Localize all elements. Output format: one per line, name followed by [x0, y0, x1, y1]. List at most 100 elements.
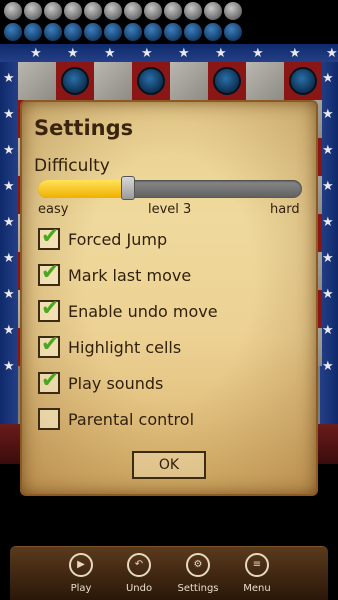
difficulty-label: Difficulty	[34, 156, 110, 176]
check-icon: ✔	[41, 260, 60, 285]
star-icon: ★	[3, 251, 15, 266]
option-label: Highlight cells	[68, 337, 182, 357]
enable-undo-move-checkbox[interactable]: ✔	[38, 296, 60, 322]
mark-last-move-checkbox[interactable]: ✔	[38, 260, 60, 286]
grey-piece	[4, 2, 22, 20]
menu-button[interactable]: ≡ Menu	[222, 553, 292, 594]
check-icon: ✔	[41, 332, 60, 357]
ok-button[interactable]: OK	[132, 451, 206, 479]
blue-piece	[184, 23, 202, 41]
star-icon: ★	[322, 179, 334, 194]
difficulty-slider[interactable]	[38, 176, 302, 200]
star-icon: ★	[322, 143, 334, 158]
star-icon: ★	[104, 46, 116, 61]
dialog-title: Settings	[34, 116, 134, 140]
board-square[interactable]	[170, 62, 208, 100]
check-icon: ✔	[41, 368, 60, 393]
bottom-toolbar: ▶ Play ↶ Undo ⚙ Settings ≡ Menu	[10, 547, 328, 600]
board-square[interactable]	[246, 62, 284, 100]
star-icon: ★	[322, 359, 334, 374]
blue-piece[interactable]	[137, 67, 165, 95]
board-square[interactable]	[284, 62, 322, 100]
blue-piece[interactable]	[213, 67, 241, 95]
board-square[interactable]	[94, 62, 132, 100]
star-icon: ★	[178, 46, 190, 61]
grey-piece	[124, 2, 142, 20]
undo-icon: ↶	[127, 553, 151, 577]
grey-piece	[144, 2, 162, 20]
toolbar-label: Menu	[243, 583, 271, 594]
blue-piece	[44, 23, 62, 41]
parental-control-checkbox[interactable]	[38, 408, 60, 430]
gear-icon: ⚙	[186, 553, 210, 577]
star-icon: ★	[67, 46, 79, 61]
star-icon: ★	[322, 107, 334, 122]
grey-piece	[64, 2, 82, 20]
star-icon: ★	[289, 46, 301, 61]
star-icon: ★	[322, 323, 334, 338]
difficulty-slider-fill	[38, 180, 128, 198]
board-square[interactable]	[56, 62, 94, 100]
board-square[interactable]	[132, 62, 170, 100]
star-icon: ★	[3, 287, 15, 302]
star-icon: ★	[322, 71, 334, 86]
option-label: Parental control	[68, 409, 195, 429]
play-sounds-checkbox[interactable]: ✔	[38, 368, 60, 394]
check-icon: ✔	[41, 296, 60, 321]
grey-piece	[204, 2, 222, 20]
forced-jump-checkbox[interactable]: ✔	[38, 224, 60, 250]
option-label: Forced Jump	[68, 229, 168, 249]
star-icon: ★	[3, 71, 15, 86]
blue-piece	[144, 23, 162, 41]
grey-piece	[44, 2, 62, 20]
check-icon: ✔	[41, 224, 60, 249]
difficulty-value-label: level 3	[148, 202, 192, 217]
blue-piece	[84, 23, 102, 41]
star-icon: ★	[3, 215, 15, 230]
board-square[interactable]	[208, 62, 246, 100]
blue-piece	[204, 23, 222, 41]
star-icon: ★	[3, 179, 15, 194]
blue-piece[interactable]	[289, 67, 317, 95]
option-highlight-cells[interactable]: ✔ Highlight cells	[38, 332, 182, 360]
blue-piece	[104, 23, 122, 41]
blue-piece	[224, 23, 242, 41]
grey-piece	[84, 2, 102, 20]
star-icon: ★	[3, 359, 15, 374]
star-icon: ★	[141, 46, 153, 61]
star-icon: ★	[215, 46, 227, 61]
star-icon: ★	[322, 251, 334, 266]
star-icon: ★	[3, 143, 15, 158]
option-label: Enable undo move	[68, 301, 218, 321]
play-icon: ▶	[69, 553, 93, 577]
grey-piece	[164, 2, 182, 20]
board-square[interactable]	[18, 62, 56, 100]
option-label: Mark last move	[68, 265, 192, 285]
grey-piece	[104, 2, 122, 20]
menu-icon: ≡	[245, 553, 269, 577]
difficulty-slider-thumb[interactable]	[120, 176, 135, 200]
grey-piece	[224, 2, 242, 20]
star-icon: ★	[252, 46, 264, 61]
difficulty-min-label: easy	[38, 202, 69, 217]
blue-piece	[64, 23, 82, 41]
blue-piece	[24, 23, 42, 41]
option-parental-control[interactable]: Parental control	[38, 406, 194, 432]
option-forced-jump[interactable]: ✔ Forced Jump	[38, 224, 168, 252]
captured-blue-pieces	[0, 22, 338, 44]
option-enable-undo-move[interactable]: ✔ Enable undo move	[38, 296, 218, 324]
star-icon: ★	[30, 46, 42, 61]
blue-piece	[164, 23, 182, 41]
grey-piece	[24, 2, 42, 20]
blue-piece	[124, 23, 142, 41]
difficulty-max-label: hard	[270, 202, 300, 217]
blue-piece	[4, 23, 22, 41]
option-play-sounds[interactable]: ✔ Play sounds	[38, 368, 164, 396]
highlight-cells-checkbox[interactable]: ✔	[38, 332, 60, 358]
option-label: Play sounds	[68, 373, 164, 393]
option-mark-last-move[interactable]: ✔ Mark last move	[38, 260, 192, 288]
grey-piece	[184, 2, 202, 20]
star-icon: ★	[326, 46, 338, 61]
star-icon: ★	[3, 323, 15, 338]
blue-piece[interactable]	[61, 67, 89, 95]
